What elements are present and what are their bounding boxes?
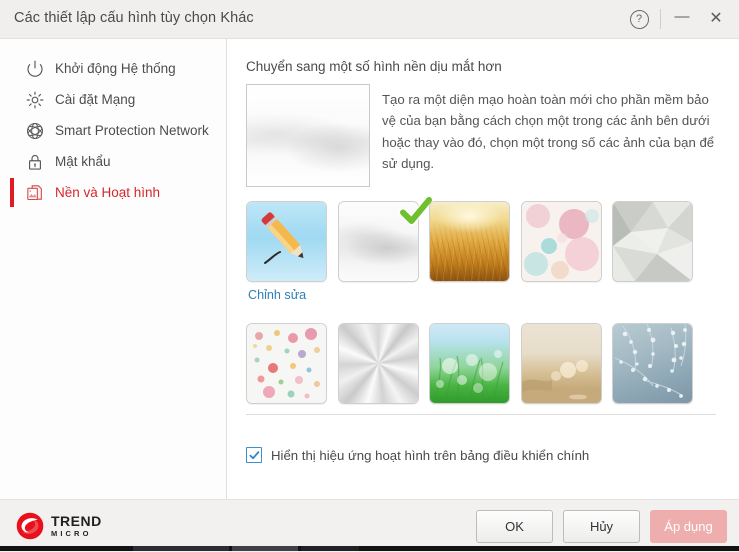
wallpaper-grey-polygons[interactable] <box>612 201 693 282</box>
window-body: Khởi động Hệ thống Cài đặt Mạng Smart Pr… <box>0 39 739 499</box>
close-icon: ✕ <box>709 10 723 27</box>
cancel-button[interactable]: Hủy <box>563 510 640 543</box>
sidebar-item-network-settings[interactable]: Cài đặt Mạng <box>0 84 226 115</box>
sidebar-item-label: Mật khẩu <box>55 154 111 169</box>
wallpaper-row <box>246 323 721 404</box>
show-animation-checkbox-row[interactable]: Hiển thị hiệu ứng hoạt hình trên bảng đi… <box>246 447 589 463</box>
wallpaper-cell: Chỉnh sửa <box>246 201 338 302</box>
help-question-icon: ? <box>629 9 649 29</box>
content-panel: Chuyển sang một số hình nền dịu mắt hơn … <box>227 39 739 499</box>
minimize-icon: — <box>674 7 690 25</box>
brand-line-1: TREND <box>51 513 102 530</box>
show-animation-label: Hiển thị hiệu ứng hoạt hình trên bảng đi… <box>271 447 590 463</box>
wallpaper-cell <box>429 323 521 404</box>
wallpaper-thumb-art <box>521 324 601 403</box>
wallpaper-thumb-art <box>338 324 418 403</box>
wallpaper-cell <box>337 323 430 404</box>
show-animation-checkbox[interactable] <box>246 447 262 463</box>
panel-heading: Chuyển sang một số hình nền dịu mắt hơn <box>246 59 502 74</box>
window-controls: ? — ✕ <box>622 0 733 38</box>
wallpaper-thumb-art <box>521 202 601 281</box>
wallpaper-blue-floral[interactable] <box>612 323 693 404</box>
wallpaper-green-grass[interactable] <box>429 323 510 404</box>
wallpaper-pastel-dots[interactable] <box>520 201 602 282</box>
wallpaper-color-dots[interactable] <box>246 323 327 404</box>
taskbar-segment <box>232 546 298 551</box>
wallpaper-cell <box>520 323 613 404</box>
sidebar-item-smart-protection-network[interactable]: Smart Protection Network <box>0 115 226 146</box>
taskbar-segment <box>133 546 229 551</box>
sidebar-item-background-animation[interactable]: Nền và Hoạt hình <box>0 177 226 208</box>
preview-image <box>247 85 369 186</box>
lock-icon <box>24 151 46 173</box>
apply-button[interactable]: Áp dụng <box>650 510 727 543</box>
pencil-icon <box>247 202 326 281</box>
brand-line-2: MICRO <box>51 529 92 539</box>
sidebar-item-label: Smart Protection Network <box>55 123 209 138</box>
sidebar: Khởi động Hệ thống Cài đặt Mạng Smart Pr… <box>0 39 227 499</box>
panel-description: Tạo ra một diện mạo hoàn toàn mới cho ph… <box>382 92 715 172</box>
sidebar-item-label: Khởi động Hệ thống <box>55 61 176 76</box>
sidebar-item-system-startup[interactable]: Khởi động Hệ thống <box>0 53 226 84</box>
wallpaper-cell <box>429 201 521 302</box>
wallpaper-thumb-art <box>613 202 692 281</box>
image-stack-icon <box>24 182 46 204</box>
wallpaper-thumb-art <box>430 324 509 403</box>
sidebar-item-label: Cài đặt Mạng <box>55 92 136 107</box>
wallpaper-brushed-metal[interactable] <box>337 323 419 404</box>
wallpaper-cell <box>612 201 704 302</box>
check-icon <box>249 450 259 459</box>
wallpaper-thumb-art <box>613 324 692 403</box>
current-wallpaper-preview <box>246 84 370 187</box>
wallpaper-cell <box>520 201 613 302</box>
wallpaper-wheat-field[interactable] <box>429 201 510 282</box>
wallpaper-cell <box>246 323 338 404</box>
minimize-button[interactable]: — <box>665 2 699 36</box>
selection-indicator <box>10 178 14 207</box>
help-button[interactable]: ? <box>622 2 656 36</box>
gear-icon <box>24 89 46 111</box>
wallpaper-thumb-art <box>430 202 509 281</box>
taskbar-segment <box>301 546 359 551</box>
sidebar-nav: Khởi động Hệ thống Cài đặt Mạng Smart Pr… <box>0 53 226 208</box>
sidebar-item-password[interactable]: Mật khẩu <box>0 146 226 177</box>
close-button[interactable]: ✕ <box>699 2 733 36</box>
section-divider <box>246 414 716 415</box>
wallpaper-cell <box>612 323 704 404</box>
taskbar-sliver <box>0 546 739 551</box>
settings-window: Các thiết lập cấu hình tùy chọn Khác ? —… <box>0 0 739 552</box>
edit-wallpaper-button[interactable] <box>246 201 327 282</box>
wallpaper-row: Chỉnh sửa <box>246 195 721 302</box>
sidebar-item-label: Nền và Hoạt hình <box>55 185 161 200</box>
title-bar: Các thiết lập cấu hình tùy chọn Khác ? —… <box>0 0 739 39</box>
ok-button[interactable]: OK <box>476 510 553 543</box>
trend-micro-mark-icon <box>16 512 44 540</box>
wallpaper-thumb-art <box>247 324 326 403</box>
dialog-buttons: OK Hủy Áp dụng <box>476 510 727 543</box>
titlebar-divider <box>660 9 661 29</box>
trend-micro-logo: TREND MICRO <box>16 512 102 540</box>
power-icon <box>24 58 46 80</box>
wallpaper-sand-beach[interactable] <box>520 323 602 404</box>
edit-wallpaper-label[interactable]: Chỉnh sửa <box>246 288 338 302</box>
wallpaper-grid: Chỉnh sửa <box>246 195 721 404</box>
window-title: Các thiết lập cấu hình tùy chọn Khác <box>14 10 254 26</box>
globe-network-icon <box>24 120 46 142</box>
footer-bar: TREND MICRO OK Hủy Áp dụng <box>0 499 739 552</box>
brand-wordmark: TREND MICRO <box>51 514 102 538</box>
wallpaper-cell <box>337 195 434 302</box>
